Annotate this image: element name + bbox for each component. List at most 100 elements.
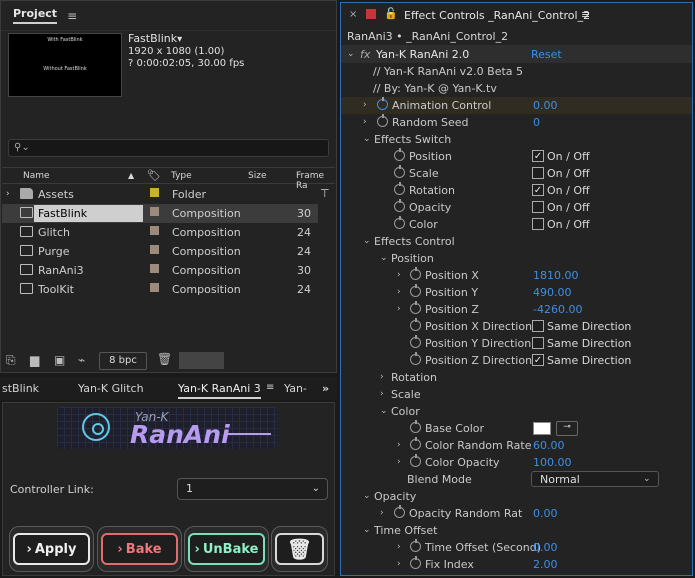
prop-time-offset-second[interactable]: › Time Offset (Second) 0.00 (341, 539, 692, 556)
fx-icon[interactable]: fx (360, 48, 370, 61)
chevron-right-icon[interactable]: › (397, 440, 401, 450)
stopwatch-icon[interactable] (410, 284, 421, 297)
reset-link[interactable]: Reset (531, 48, 562, 61)
stopwatch-icon[interactable] (410, 539, 421, 552)
comp-name[interactable]: FastBlink (128, 32, 177, 45)
prop-value[interactable]: 0.00 (533, 99, 558, 112)
panel-menu-icon[interactable]: ≡ (67, 9, 77, 23)
double-chevron-right-icon[interactable]: » (322, 382, 329, 395)
new-composition-icon[interactable]: ▣ (54, 353, 65, 367)
bake-button[interactable]: › Bake (101, 533, 178, 565)
chevron-right-icon[interactable]: › (397, 287, 401, 297)
prop-position-z[interactable]: › Position Z -4260.00 (341, 301, 692, 318)
chevron-right-icon[interactable]: › (397, 457, 401, 467)
prop-position-y[interactable]: › Position Y 490.00 (341, 284, 692, 301)
flowchart-view-icon[interactable]: ⌁ (78, 353, 85, 367)
stopwatch-icon[interactable] (394, 148, 405, 161)
col-size[interactable]: Size (248, 171, 266, 181)
checkbox[interactable] (532, 320, 544, 332)
prop-opacity-random-rate[interactable]: › Opacity Random Rat 0.00 (341, 505, 692, 522)
switch-rotation[interactable]: Rotation ✓ On / Off (341, 182, 692, 199)
unbake-button[interactable]: › UnBake (188, 533, 265, 565)
project-search-input[interactable]: ⚲⌄ (8, 139, 329, 157)
group-opacity[interactable]: ⌄ Opacity (341, 488, 692, 505)
prop-color-opacity[interactable]: › Color Opacity 100.00 (341, 454, 692, 471)
chevron-right-icon[interactable]: › (380, 372, 384, 382)
prop-random-seed[interactable]: › Random Seed 0 (341, 114, 692, 131)
prop-value[interactable]: 490.00 (533, 286, 572, 299)
chevron-down-icon[interactable]: ⌄ (363, 236, 371, 246)
project-row-glitch[interactable]: Glitch Composition 24 (2, 223, 318, 242)
label-color-icon[interactable] (150, 245, 159, 254)
panel-menu-icon[interactable]: ≡ (266, 382, 274, 393)
prop-value[interactable]: 60.00 (533, 439, 565, 452)
group-color[interactable]: ⌄ Color (341, 403, 692, 420)
group-effects-control[interactable]: ⌄ Effects Control (341, 233, 692, 250)
prop-value[interactable]: -4260.00 (533, 303, 582, 316)
new-folder-icon[interactable]: ▆ (30, 353, 39, 367)
prop-position-z-direction[interactable]: Position Z Direction ✓ Same Direction (341, 352, 692, 369)
checkbox[interactable] (532, 218, 544, 230)
label-color-icon[interactable] (150, 283, 159, 292)
col-type[interactable]: Type (171, 171, 192, 181)
prop-position-y-direction[interactable]: Position Y Direction Same Direction (341, 335, 692, 352)
prop-value[interactable]: 2.00 (533, 558, 558, 571)
col-name[interactable]: Name (23, 171, 50, 181)
prop-value[interactable]: 0.00 (533, 541, 558, 554)
checkbox[interactable] (532, 167, 544, 179)
prop-value[interactable]: 100.00 (533, 456, 572, 469)
chevron-down-icon[interactable]: ⌄ (347, 49, 355, 59)
label-color-icon[interactable] (150, 226, 159, 235)
chevron-right-icon[interactable]: › (397, 559, 401, 569)
sort-up-icon[interactable]: ▲ (128, 171, 134, 180)
chevron-right-icon[interactable]: › (380, 508, 384, 518)
checkbox[interactable] (532, 201, 544, 213)
stopwatch-icon[interactable] (410, 420, 421, 433)
tab-yan-k-glitch[interactable]: Yan-K Glitch (78, 382, 144, 395)
controller-link-select[interactable]: 1 ⌄ (177, 478, 328, 500)
label-color-icon[interactable] (150, 264, 159, 273)
stopwatch-icon[interactable] (410, 556, 421, 569)
chevron-right-icon[interactable]: › (380, 389, 384, 399)
stopwatch-icon[interactable] (410, 335, 421, 348)
stopwatch-icon[interactable] (394, 505, 405, 518)
stopwatch-icon[interactable] (410, 454, 421, 467)
project-row-ranani3[interactable]: RanAni3 Composition 30 (2, 261, 318, 280)
group-rotation[interactable]: › Rotation (341, 369, 692, 386)
flowchart-icon[interactable]: ⊤ (320, 187, 330, 200)
stopwatch-icon[interactable] (377, 114, 388, 127)
group-position[interactable]: ⌄ Position (341, 250, 692, 267)
switch-opacity[interactable]: Opacity On / Off (341, 199, 692, 216)
prop-position-x-direction[interactable]: Position X Direction Same Direction (341, 318, 692, 335)
stopwatch-icon[interactable] (394, 199, 405, 212)
chevron-right-icon[interactable]: › (363, 117, 367, 127)
stopwatch-icon[interactable] (410, 318, 421, 331)
project-row-toolkit[interactable]: ToolKit Composition 24 (2, 280, 318, 299)
effect-row-ranani[interactable]: ⌄ fx Yan-K RanAni 2.0 Reset (341, 46, 692, 63)
stopwatch-icon[interactable] (410, 267, 421, 280)
interpret-footage-icon[interactable]: ⎘ (6, 353, 16, 368)
switch-color[interactable]: Color On / Off (341, 216, 692, 233)
prop-blend-mode[interactable]: Blend Mode Normal ⌄ (341, 471, 692, 488)
stopwatch-icon[interactable] (394, 216, 405, 229)
lock-icon[interactable]: 🔓 (384, 7, 398, 20)
project-row-assets[interactable]: › Assets Folder ⊤ (2, 185, 330, 204)
switch-scale[interactable]: Scale On / Off (341, 165, 692, 182)
prop-value[interactable]: 0 (533, 116, 540, 129)
chevron-right-icon[interactable]: › (397, 270, 401, 280)
tab-fastblink[interactable]: stBlink (2, 382, 39, 395)
color-swatch[interactable] (179, 352, 224, 369)
tab-yan-k[interactable]: Yan- (284, 382, 307, 395)
stopwatch-icon[interactable] (394, 165, 405, 178)
chevron-right-icon[interactable]: › (363, 100, 367, 110)
label-color-icon[interactable] (150, 188, 159, 197)
chevron-right-icon[interactable]: › (397, 304, 401, 314)
prop-animation-control[interactable]: › Animation Control 0.00 (341, 97, 692, 114)
stopwatch-icon[interactable] (410, 301, 421, 314)
close-icon[interactable]: × (349, 9, 357, 20)
prop-position-x[interactable]: › Position X 1810.00 (341, 267, 692, 284)
checkbox[interactable] (532, 337, 544, 349)
project-tab[interactable]: Project (13, 7, 58, 24)
tab-yan-k-ranani-3[interactable]: Yan-K RanAni 3 (178, 382, 261, 399)
chevron-down-icon[interactable]: ⌄ (363, 525, 371, 535)
